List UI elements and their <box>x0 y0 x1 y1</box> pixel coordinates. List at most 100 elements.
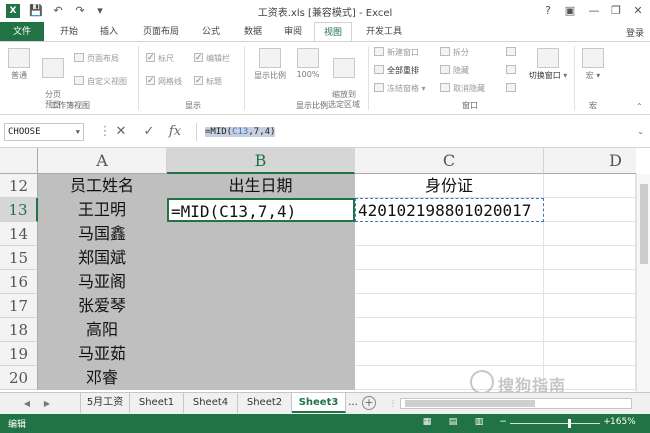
cell-a14[interactable]: 马国鑫 <box>38 222 167 246</box>
ruler-checkbox[interactable]: 标尺 <box>146 51 174 66</box>
enter-formula-icon[interactable]: ✓ <box>140 124 158 140</box>
tab-home[interactable]: 开始 <box>52 22 86 42</box>
cell-a18[interactable]: 高阳 <box>38 318 167 342</box>
page-break-status-icon[interactable]: ▥ <box>472 417 486 430</box>
add-sheet-button[interactable]: + <box>362 396 376 410</box>
help-button[interactable]: ? <box>538 2 558 20</box>
cell-a15[interactable]: 郑国斌 <box>38 246 167 270</box>
headings-checkbox[interactable]: 标题 <box>194 74 222 89</box>
tab-insert[interactable]: 插入 <box>92 22 126 42</box>
zoom-out-icon[interactable]: − <box>496 417 510 430</box>
restore-button[interactable]: ❐ <box>606 2 626 20</box>
cell-d18[interactable] <box>544 318 636 342</box>
excel-app-icon[interactable]: X <box>6 4 20 18</box>
cell-a17[interactable]: 张爱琴 <box>38 294 167 318</box>
tab-developer[interactable]: 开发工具 <box>358 22 410 42</box>
zoom-100-button[interactable]: 100% <box>294 48 322 79</box>
sign-in-link[interactable]: 登录 <box>626 26 644 39</box>
zoom-button[interactable]: 显示比例 <box>250 48 290 81</box>
cell-a13[interactable]: 王卫明 <box>38 198 167 222</box>
cancel-formula-icon[interactable]: ✕ <box>112 124 130 140</box>
zoom-percent[interactable]: 165% <box>610 417 636 427</box>
name-box[interactable]: CHOOSE ▼ <box>4 123 84 141</box>
zoom-slider[interactable] <box>510 423 600 424</box>
vertical-scroll-thumb[interactable] <box>640 184 648 264</box>
row-header-12[interactable]: 12 <box>0 174 38 198</box>
cell-b20[interactable] <box>167 366 355 390</box>
cell-b17[interactable] <box>167 294 355 318</box>
cell-d15[interactable] <box>544 246 636 270</box>
active-cell-b13[interactable]: =MID(C13,7,4) <box>167 198 355 222</box>
next-sheet-icon[interactable]: ▶ <box>40 396 54 412</box>
split-button[interactable]: 拆分 <box>440 46 469 60</box>
sheet-tab-5yue[interactable]: 5月工资 <box>80 393 130 413</box>
synchronous-scrolling-icon[interactable] <box>506 64 519 78</box>
cell-b16[interactable] <box>167 270 355 294</box>
arrange-all-button[interactable]: 全部重排 <box>374 64 419 78</box>
row-header-18[interactable]: 18 <box>0 318 38 342</box>
tab-review[interactable]: 审阅 <box>276 22 310 42</box>
redo-icon[interactable]: ↷ <box>72 3 88 19</box>
cell-c16[interactable] <box>355 270 544 294</box>
prev-sheet-icon[interactable]: ◀ <box>20 396 34 412</box>
horizontal-scrollbar[interactable] <box>400 398 632 409</box>
more-sheets-icon[interactable]: ... <box>346 393 360 413</box>
tab-page-layout[interactable]: 页面布局 <box>134 22 188 42</box>
gridlines-checkbox[interactable]: 网格线 <box>146 74 182 89</box>
freeze-panes-button[interactable]: 冻结窗格 ▾ <box>374 82 426 96</box>
row-header-19[interactable]: 19 <box>0 342 38 366</box>
reset-window-position-icon[interactable] <box>506 82 519 96</box>
switch-windows-button[interactable]: 切换窗口 ▾ <box>526 48 570 81</box>
cell-a16[interactable]: 马亚阁 <box>38 270 167 294</box>
collapse-ribbon-icon[interactable]: ⌃ <box>636 100 643 114</box>
worksheet-grid[interactable]: A B C D 12 13 14 15 16 17 18 19 20 员工姓名 … <box>0 148 650 392</box>
cell-d19[interactable] <box>544 342 636 366</box>
tab-view[interactable]: 视图 <box>314 22 352 43</box>
sheet-tab-sheet1[interactable]: Sheet1 <box>130 393 184 413</box>
sheet-tab-sheet3[interactable]: Sheet3 <box>292 393 346 413</box>
cell-c17[interactable] <box>355 294 544 318</box>
cell-a19[interactable]: 马亚茹 <box>38 342 167 366</box>
row-header-16[interactable]: 16 <box>0 270 38 294</box>
unhide-button[interactable]: 取消隐藏 <box>440 82 485 96</box>
save-icon[interactable]: 💾 <box>28 3 44 19</box>
zoom-slider-thumb[interactable] <box>567 419 571 428</box>
select-all-corner[interactable] <box>0 148 38 174</box>
formula-bar-checkbox[interactable]: 编辑栏 <box>194 51 230 66</box>
cell-d14[interactable] <box>544 222 636 246</box>
cell-d17[interactable] <box>544 294 636 318</box>
cell-b19[interactable] <box>167 342 355 366</box>
cell-d13[interactable] <box>544 198 636 222</box>
macros-button[interactable]: 宏 ▾ <box>580 48 606 81</box>
row-header-17[interactable]: 17 <box>0 294 38 318</box>
cell-c12[interactable]: 身份证 <box>355 174 544 198</box>
tab-file[interactable]: 文件 <box>0 22 44 42</box>
close-button[interactable]: ✕ <box>628 2 648 20</box>
sheet-tab-sheet4[interactable]: Sheet4 <box>184 393 238 413</box>
hide-button[interactable]: 隐藏 <box>440 64 469 78</box>
cell-c13[interactable]: 420102198801020017 <box>355 198 544 222</box>
column-header-d[interactable]: D <box>544 148 636 174</box>
sheet-tab-sheet2[interactable]: Sheet2 <box>238 393 292 413</box>
insert-function-icon[interactable]: fx <box>166 124 184 140</box>
normal-view-button[interactable]: 普通 <box>4 48 34 81</box>
custom-views-button[interactable]: 自定义视图 <box>74 75 127 89</box>
new-window-button[interactable]: 新建窗口 <box>374 46 419 60</box>
column-header-c[interactable]: C <box>355 148 544 174</box>
customize-qat-icon[interactable]: ▾ <box>92 3 108 19</box>
row-header-14[interactable]: 14 <box>0 222 38 246</box>
cell-c19[interactable] <box>355 342 544 366</box>
normal-view-status-icon[interactable]: ▦ <box>420 417 434 430</box>
view-side-by-side-icon[interactable] <box>506 46 519 60</box>
minimize-button[interactable]: — <box>584 2 604 20</box>
undo-icon[interactable]: ↶ <box>50 3 66 19</box>
cell-c18[interactable] <box>355 318 544 342</box>
cell-b18[interactable] <box>167 318 355 342</box>
horizontal-scroll-thumb[interactable] <box>405 400 535 407</box>
cell-d12[interactable] <box>544 174 636 198</box>
name-box-dropdown-icon[interactable]: ▼ <box>76 124 80 140</box>
ribbon-display-options-icon[interactable]: ▣ <box>560 2 580 20</box>
cell-a12[interactable]: 员工姓名 <box>38 174 167 198</box>
row-header-20[interactable]: 20 <box>0 366 38 390</box>
tab-data[interactable]: 数据 <box>236 22 270 42</box>
